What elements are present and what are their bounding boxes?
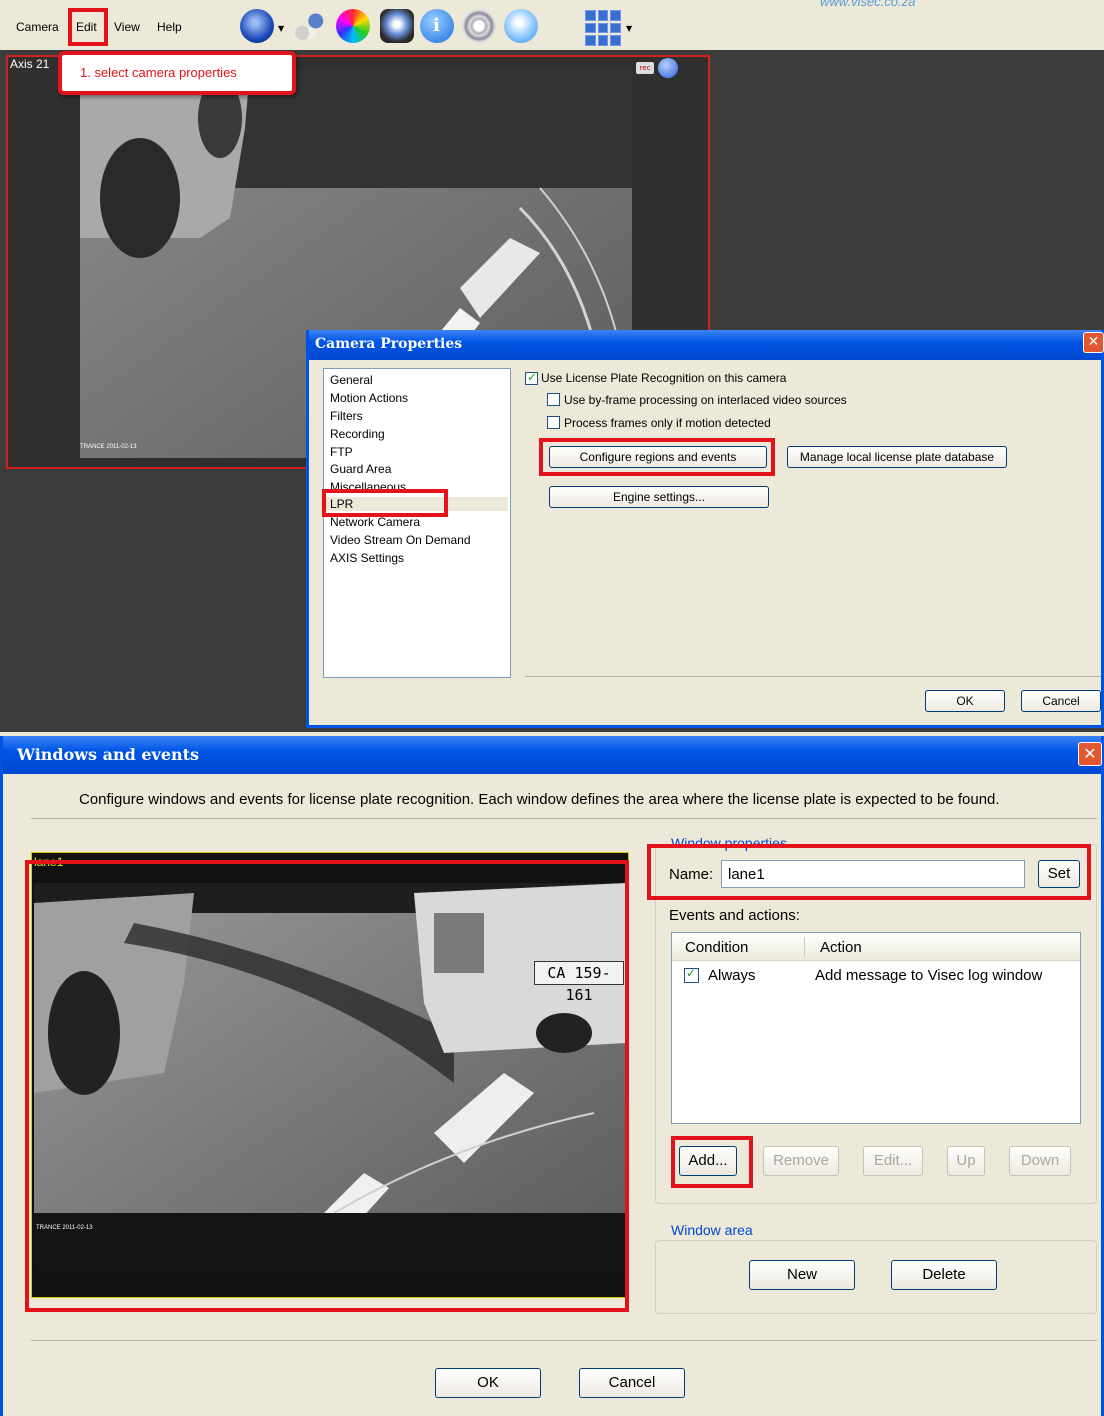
motion-only-label: Process frames only if motion detected <box>564 416 771 430</box>
properties-category-list[interactable]: General Motion Actions Filters Recording… <box>323 368 511 678</box>
by-frame-checkbox[interactable] <box>547 393 560 406</box>
watermark: www.visec.co.za <box>820 0 916 9</box>
category-recording[interactable]: Recording <box>330 427 385 441</box>
edit-button[interactable]: Edit... <box>863 1146 923 1176</box>
event-enabled-checkbox[interactable] <box>684 966 699 983</box>
cancel-button[interactable]: Cancel <box>1021 690 1101 712</box>
up-button[interactable]: Up <box>947 1146 985 1176</box>
event-condition: Always <box>708 967 756 984</box>
column-separator <box>804 937 805 957</box>
info-icon[interactable]: i <box>420 9 454 43</box>
event-action: Add message to Visec log window <box>815 967 1043 984</box>
category-filters[interactable]: Filters <box>330 409 363 423</box>
description-divider <box>31 818 1097 819</box>
zoom-icon[interactable] <box>462 9 496 43</box>
windows-and-events-dialog: Windows and events ✕ Configure windows a… <box>0 736 1104 1416</box>
record-icon[interactable]: rec <box>636 62 654 74</box>
menu-camera[interactable]: Camera <box>16 20 59 34</box>
events-list[interactable]: Condition Action Always Add message to V… <box>671 932 1081 1124</box>
close-icon[interactable]: ✕ <box>1083 332 1104 353</box>
camera-properties-titlebar[interactable]: Camera Properties <box>309 330 1101 360</box>
add-highlight <box>671 1136 753 1188</box>
windows-events-titlebar[interactable]: Windows and events <box>3 736 1101 774</box>
windows-events-title: Windows and events <box>17 745 200 764</box>
webcam-icon[interactable] <box>240 9 274 43</box>
events-list-header: Condition Action <box>672 933 1080 961</box>
edit-highlight <box>68 8 108 46</box>
lightbulb-icon[interactable] <box>504 9 538 43</box>
layout-grid-icon[interactable] <box>585 10 621 46</box>
camera-properties-dialog: Camera Properties ✕ General Motion Actio… <box>306 330 1104 728</box>
category-motion-actions[interactable]: Motion Actions <box>330 391 408 405</box>
ok-button[interactable]: OK <box>925 690 1005 712</box>
name-highlight <box>647 844 1091 900</box>
category-axis-settings[interactable]: AXIS Settings <box>330 551 404 565</box>
dialog-description: Configure windows and events for license… <box>79 791 1000 808</box>
new-window-button[interactable]: New <box>749 1260 855 1290</box>
objects-icon[interactable] <box>292 9 326 43</box>
footer-divider <box>31 1340 1097 1341</box>
cancel-button[interactable]: Cancel <box>579 1368 685 1398</box>
callout-text: 1. select camera properties <box>80 65 237 80</box>
category-general[interactable]: General <box>330 373 373 387</box>
category-network-camera[interactable]: Network Camera <box>330 515 420 529</box>
dropdown-arrow-icon[interactable]: ▼ <box>278 24 284 33</box>
menu-help[interactable]: Help <box>157 20 182 34</box>
down-button[interactable]: Down <box>1009 1146 1071 1176</box>
status-dot-icon <box>658 58 678 78</box>
instruction-callout: 1. select camera properties <box>58 51 296 95</box>
window-area-title: Window area <box>667 1222 757 1238</box>
menu-view[interactable]: View <box>114 20 140 34</box>
event-row[interactable]: Always Add message to Visec log window <box>672 963 1080 989</box>
info-glyph-icon: i <box>433 15 440 36</box>
camera-label: Axis 21 <box>10 57 50 71</box>
use-lpr-label: Use License Plate Recognition on this ca… <box>541 371 787 385</box>
manage-database-button[interactable]: Manage local license plate database <box>787 446 1007 468</box>
window-area-group <box>655 1240 1097 1314</box>
condition-column-header[interactable]: Condition <box>685 939 748 956</box>
category-video-stream-on-demand[interactable]: Video Stream On Demand <box>330 533 471 547</box>
menu-bar: Camera Edit View Help ▼ i ▼ www.visec.co… <box>0 0 1104 50</box>
camera-settings-icon[interactable] <box>380 9 414 43</box>
action-column-header[interactable]: Action <box>820 939 862 956</box>
by-frame-label: Use by-frame processing on interlaced vi… <box>564 393 847 407</box>
layout-dropdown-icon[interactable]: ▼ <box>626 24 632 33</box>
events-label: Events and actions: <box>669 907 800 924</box>
motion-only-checkbox[interactable] <box>547 416 560 429</box>
lpr-highlight <box>322 489 448 517</box>
category-guard-area[interactable]: Guard Area <box>330 462 391 476</box>
category-ftp[interactable]: FTP <box>330 445 353 459</box>
delete-window-button[interactable]: Delete <box>891 1260 997 1290</box>
use-lpr-checkbox[interactable] <box>525 370 538 385</box>
color-wheel-icon[interactable] <box>336 9 370 43</box>
ok-button[interactable]: OK <box>435 1368 541 1398</box>
dialog-divider <box>525 676 1101 677</box>
engine-settings-button[interactable]: Engine settings... <box>549 486 769 508</box>
lane-window-highlight <box>25 860 629 1312</box>
camera-properties-title: Camera Properties <box>315 336 463 352</box>
remove-button[interactable]: Remove <box>763 1146 839 1176</box>
close-icon[interactable]: ✕ <box>1078 742 1102 766</box>
video-timestamp: TRANCE 2011-02-13 <box>80 444 137 450</box>
configure-highlight <box>539 438 775 476</box>
